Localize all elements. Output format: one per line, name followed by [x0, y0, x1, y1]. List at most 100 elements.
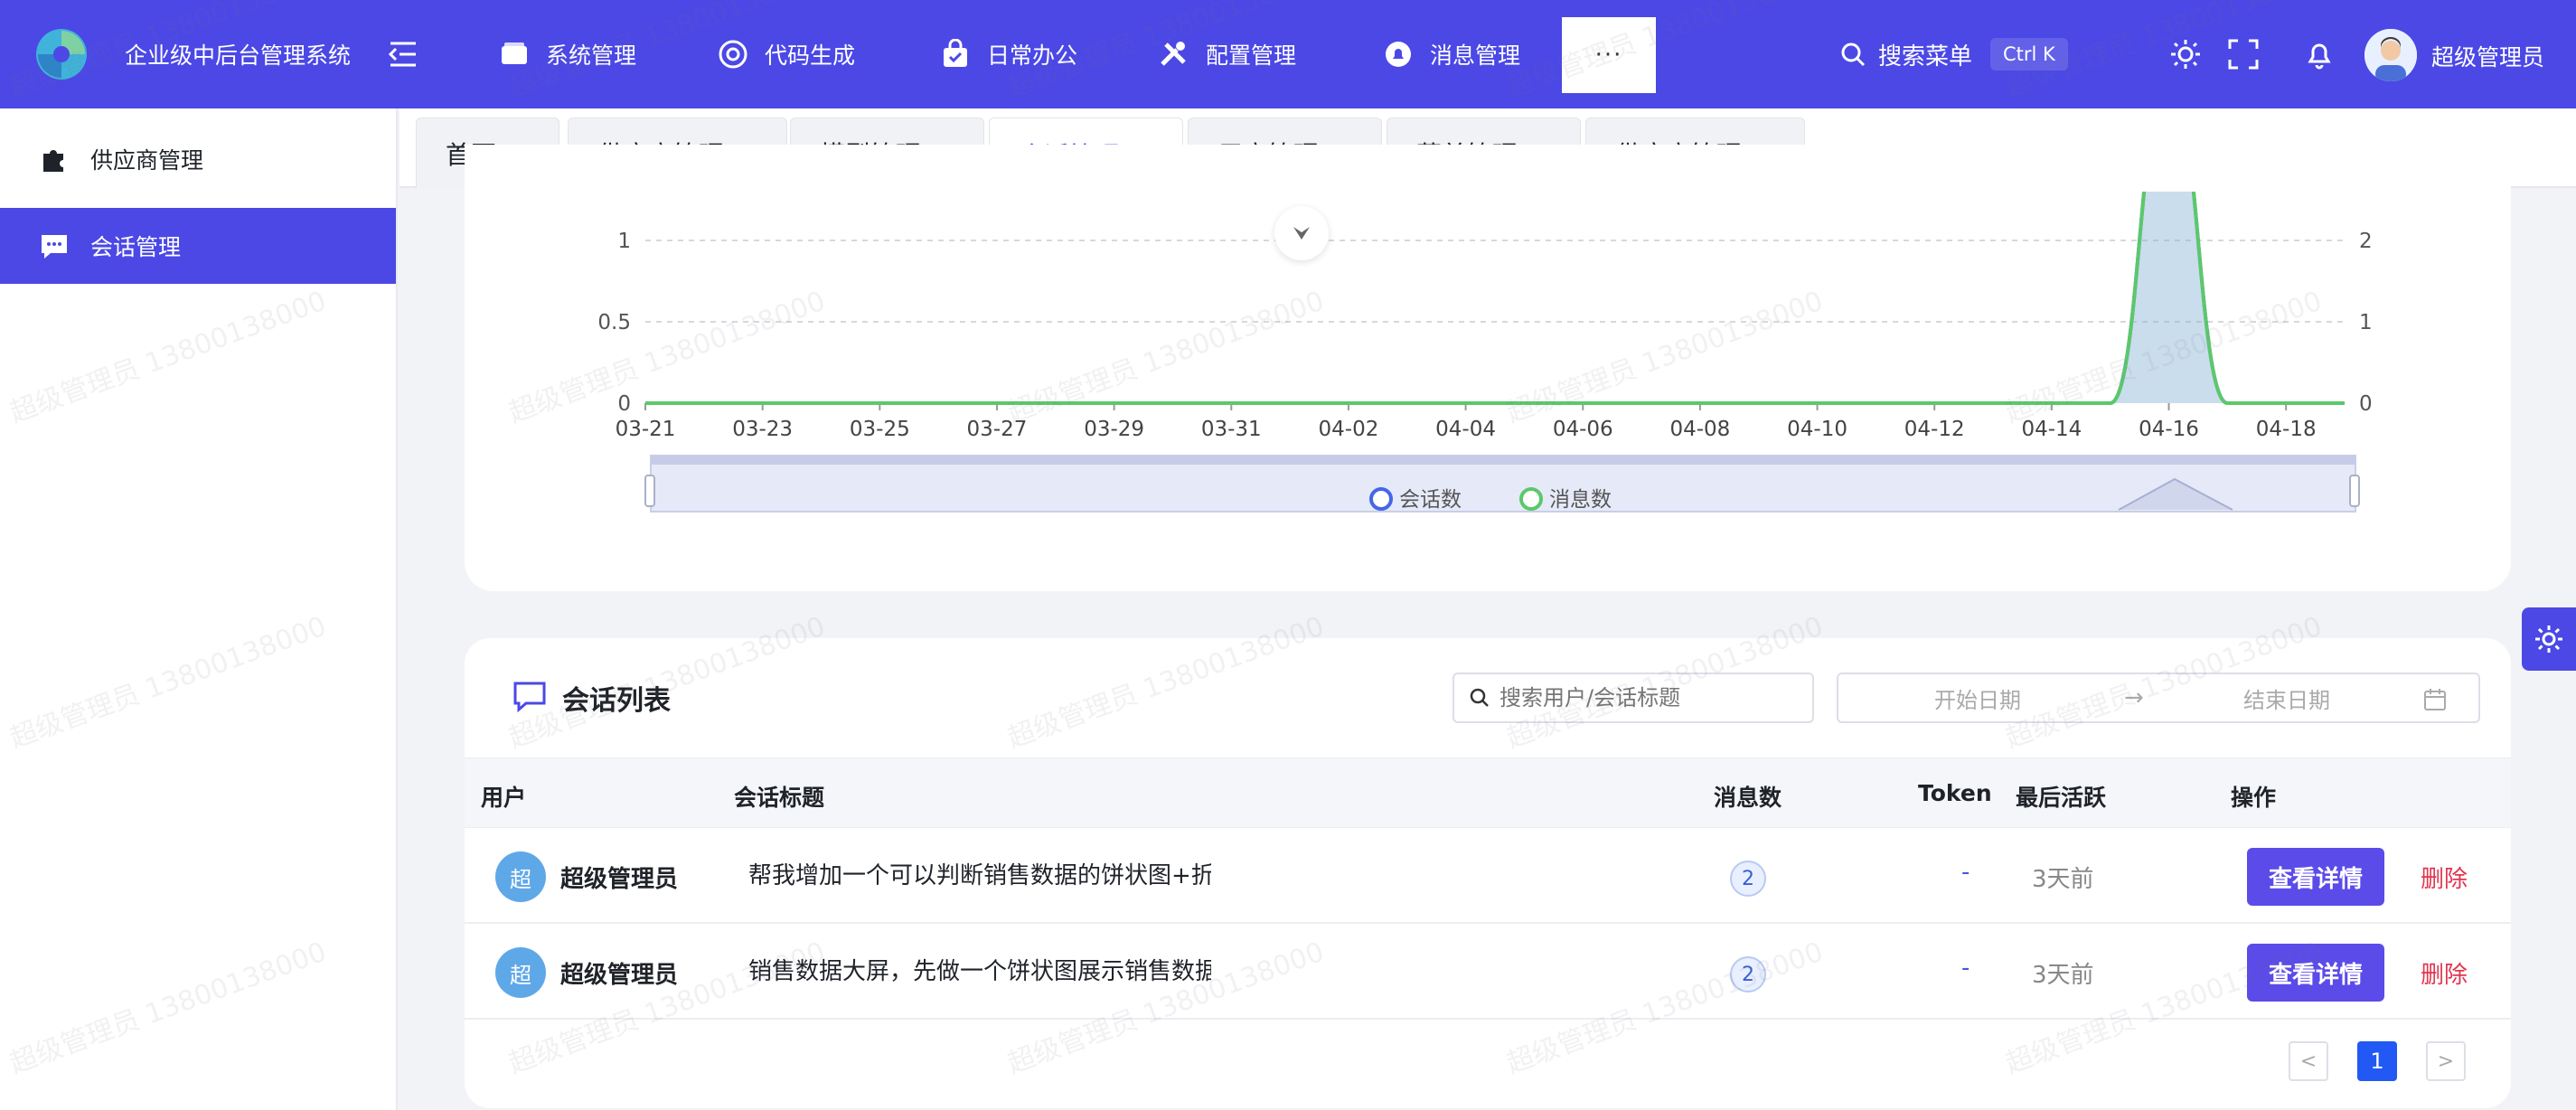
collapse-chart-button[interactable] [1274, 206, 1329, 260]
tools-icon [1161, 42, 1186, 66]
y-right-tick-label: 2 [2359, 230, 2373, 253]
series-area [645, 192, 2345, 404]
fullscreen-icon[interactable] [2227, 38, 2260, 71]
prev-page-button[interactable]: < [2289, 1041, 2328, 1081]
x-tick-label: 04-12 [1904, 418, 1965, 441]
x-tick-label: 03-25 [850, 418, 910, 441]
nav-item-codegen[interactable]: 代码生成 [718, 0, 855, 108]
start-date-field[interactable]: 开始日期 [1934, 682, 2021, 714]
y-left-tick-label: 0 [617, 392, 631, 416]
series-area [645, 192, 2345, 404]
nav-item-label: 系统管理 [546, 42, 637, 69]
column-header-actions: 操作 [2231, 785, 2277, 811]
collapse-sidebar-icon[interactable] [387, 40, 419, 69]
table-header: 用户 会话标题 消息数 Token 最后活跃 操作 [465, 757, 2511, 828]
list-search-field[interactable] [1453, 673, 1814, 723]
conversation-list-card: 会话列表 开始日期 → 结束日期 用户 会话标题 消息数 Token 最后活跃 … [465, 638, 2511, 1108]
legend-label: 消息数 [1549, 488, 1612, 512]
avatar[interactable] [2364, 29, 2417, 81]
sidebar: 供应商管理 会话管理 [0, 108, 398, 1110]
message-count-badge: 2 [1730, 956, 1766, 992]
x-tick-label: 03-31 [1201, 418, 1262, 441]
code-icon [719, 40, 747, 69]
nav-item-office[interactable]: 日常办公 [940, 0, 1077, 108]
series-line [644, 192, 2345, 406]
sun-icon[interactable] [2169, 38, 2202, 71]
x-tick-label: 04-16 [2139, 418, 2199, 441]
column-header-last-active: 最后活跃 [2016, 785, 2107, 811]
row-user: 超级管理员 [560, 962, 679, 989]
nav-item-config[interactable]: 配置管理 [1159, 0, 1296, 108]
top-navbar: 企业级中后台管理系统 系统管理 代码生成 日常办公 配置管理 消息管理 ··· … [0, 0, 2576, 108]
end-date-field[interactable]: 结束日期 [2243, 682, 2330, 714]
x-tick-label: 03-21 [616, 418, 676, 441]
search-input[interactable] [1500, 685, 1807, 710]
column-header-title: 会话标题 [734, 785, 825, 811]
search-icon [1841, 42, 1866, 67]
row-title: 帮我增加一个可以判断销售数据的饼状图+折线图 当前项目：销售数据可视化大屏 [748, 862, 1211, 889]
sidebar-item-conversations[interactable]: 会话管理 [0, 208, 396, 284]
delete-button[interactable]: 删除 [2421, 861, 2468, 894]
column-header-user: 用户 [481, 785, 527, 811]
message-count-badge: 2 [1730, 861, 1766, 897]
series-line [644, 192, 2345, 406]
nav-more-button[interactable]: ··· [1562, 17, 1656, 93]
puzzle-icon [43, 150, 63, 172]
list-header: 会话列表 开始日期 → 结束日期 [465, 638, 2511, 754]
row-token: - [1961, 859, 1970, 886]
column-header-messages: 消息数 [1714, 785, 1782, 811]
row-title: 销售数据大屏，先做一个饼状图展示销售数据 当前项目：销售数据可视化大屏 当 [748, 958, 1211, 985]
x-tick-label: 04-02 [1319, 418, 1379, 441]
user-avatar-badge: 超 [495, 851, 546, 902]
row-user: 超级管理员 [560, 866, 679, 893]
user-name[interactable]: 超级管理员 [2431, 40, 2544, 72]
view-detail-button[interactable]: 查看详情 [2247, 848, 2384, 906]
gear-icon [2535, 626, 2562, 653]
row-token: - [1961, 955, 1970, 982]
x-tick-label: 03-23 [732, 418, 793, 441]
date-range-picker[interactable]: 开始日期 → 结束日期 [1837, 673, 2480, 723]
nav-item-messages[interactable]: 消息管理 [1383, 0, 1520, 108]
nav-item-label: 消息管理 [1430, 42, 1521, 69]
page-number[interactable]: 1 [2357, 1041, 2397, 1081]
app-logo[interactable] [33, 25, 90, 83]
x-tick-label: 04-06 [1553, 418, 1613, 441]
delete-button[interactable]: 删除 [2421, 956, 2468, 990]
nav-item-system[interactable]: 系统管理 [499, 0, 636, 108]
menu-search-button[interactable]: 搜索菜单 Ctrl K [1822, 29, 2090, 80]
folder-icon [502, 42, 527, 64]
y-right-tick-label: 0 [2359, 392, 2373, 416]
column-header-token: Token [1918, 780, 1992, 806]
table-row[interactable]: 超 超级管理员 帮我增加一个可以判断销售数据的饼状图+折线图 当前项目：销售数据… [465, 828, 2511, 924]
zoom-handle-right [2349, 475, 2360, 507]
y-left-tick-label: 1 [617, 230, 631, 253]
sidebar-item-supplier[interactable]: 供应商管理 [0, 121, 396, 197]
bell-icon [1386, 42, 1411, 67]
next-page-button[interactable]: > [2426, 1041, 2466, 1081]
x-tick-label: 03-27 [967, 418, 1028, 441]
search-label: 搜索菜单 [1878, 42, 1973, 71]
notification-bell-icon[interactable] [2303, 38, 2336, 71]
user-avatar-badge: 超 [495, 947, 546, 998]
search-shortcut: Ctrl K [1990, 38, 2068, 71]
chat-icon [42, 235, 67, 259]
bag-icon [944, 39, 967, 67]
app-title: 企业级中后台管理系统 [125, 42, 352, 69]
list-title: 会话列表 [562, 685, 671, 717]
nav-item-label: 日常办公 [987, 42, 1078, 69]
nav-item-label: 代码生成 [765, 42, 856, 69]
activity-chart: 0 0.5 1 0 1 2 03-21 03-23 03-25 03-27 03-29 03-31 04… [597, 192, 2373, 513]
view-detail-button[interactable]: 查看详情 [2247, 944, 2384, 1002]
legend-label: 会话数 [1399, 488, 1462, 512]
table-row[interactable]: 超 超级管理员 销售数据大屏，先做一个饼状图展示销售数据 当前项目：销售数据可视… [465, 924, 2511, 1020]
zoom-slider-top-bar [651, 456, 2355, 465]
row-last-active: 3天前 [2032, 962, 2094, 989]
y-left-tick-label: 0.5 [597, 311, 631, 334]
user-avatar-icon [2364, 29, 2417, 81]
y-right-tick-label: 1 [2359, 311, 2373, 334]
legend-marker [1519, 487, 1543, 511]
settings-button[interactable] [2522, 607, 2576, 671]
x-tick-label: 04-04 [1435, 418, 1496, 441]
legend-marker [1369, 487, 1393, 511]
calendar-icon[interactable] [2422, 687, 2448, 712]
